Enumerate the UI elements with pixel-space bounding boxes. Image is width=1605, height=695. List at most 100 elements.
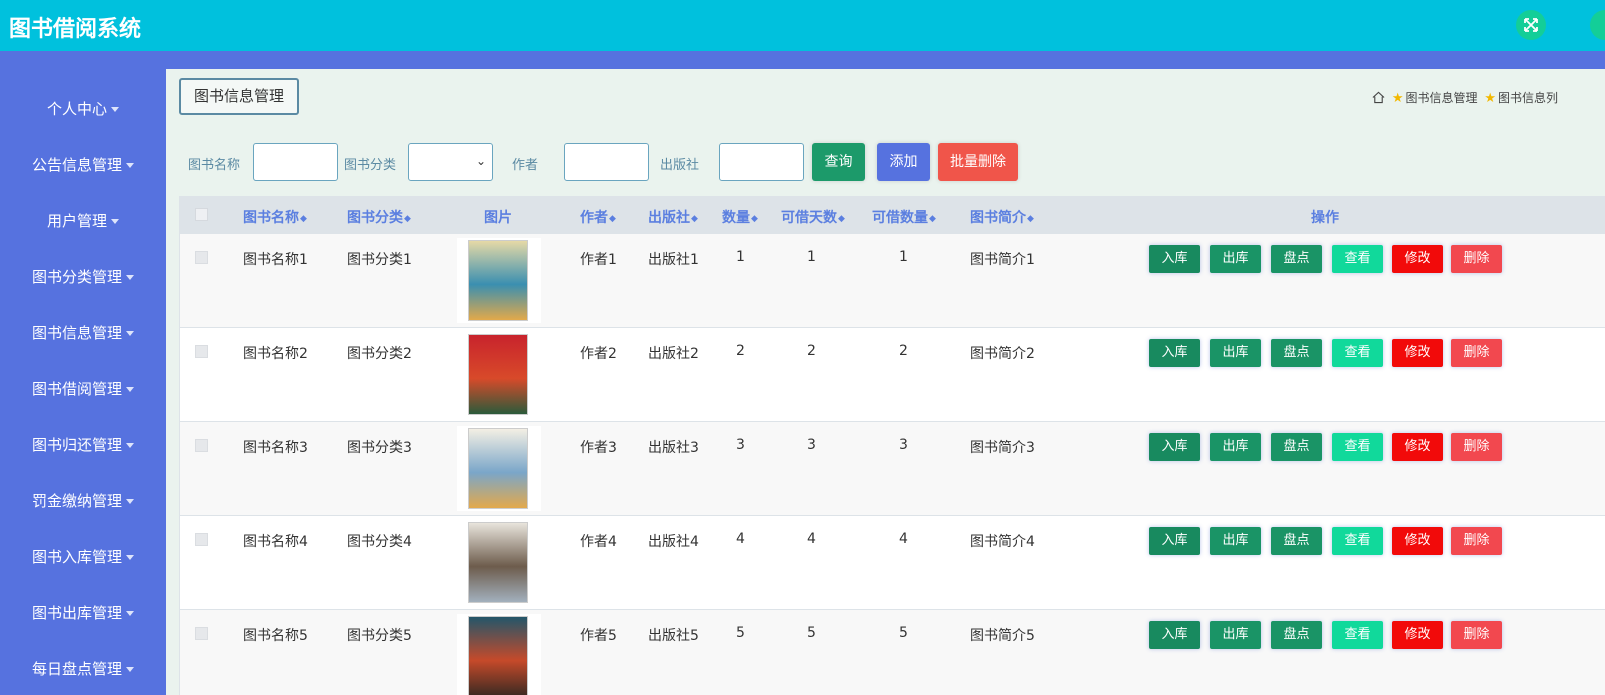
sidebar: 个人中心 公告信息管理 用户管理 图书分类管理 图书信息管理 图书借阅管理 图书…	[0, 51, 166, 695]
header-days[interactable]: 可借天数◆	[781, 207, 845, 227]
cell-name: 图书名称5	[243, 628, 308, 644]
stock-in-button[interactable]: 入库	[1149, 527, 1200, 555]
sidebar-item-personal-center[interactable]: 个人中心	[0, 94, 166, 124]
breadcrumb-item[interactable]: 图书信息管理	[1405, 91, 1477, 105]
edit-button[interactable]: 修改	[1392, 621, 1443, 649]
book-name-input[interactable]	[253, 143, 338, 181]
edit-button[interactable]: 修改	[1392, 339, 1443, 367]
sidebar-item-label: 罚金缴纳管理	[31, 492, 122, 510]
row-checkbox[interactable]	[195, 439, 208, 452]
header-book-name[interactable]: 图书名称◆	[243, 207, 307, 227]
book-cover	[468, 616, 528, 695]
batch-delete-button[interactable]: 批量删除	[938, 143, 1018, 181]
stock-in-button[interactable]: 入库	[1149, 433, 1200, 461]
select-all-checkbox[interactable]	[195, 208, 208, 221]
view-button[interactable]: 查看	[1332, 527, 1383, 555]
page-tab[interactable]: 图书信息管理	[179, 78, 299, 115]
view-button[interactable]: 查看	[1332, 621, 1383, 649]
edit-button[interactable]: 修改	[1392, 433, 1443, 461]
stock-out-button[interactable]: 出库	[1210, 245, 1261, 273]
view-button[interactable]: 查看	[1332, 245, 1383, 273]
row-checkbox[interactable]	[195, 345, 208, 358]
stock-out-button[interactable]: 出库	[1210, 339, 1261, 367]
sidebar-item-book-info[interactable]: 图书信息管理	[0, 318, 166, 348]
header-author[interactable]: 作者◆	[580, 207, 616, 227]
book-cover-image[interactable]	[457, 426, 541, 511]
table-row: 图书名称2 图书分类2 作者2 出版社2 2 2 2 图书简介2 入库 出库 盘点 查看 修改 删除	[180, 328, 1605, 422]
book-cover-image[interactable]	[457, 614, 541, 695]
author-input[interactable]	[564, 143, 649, 181]
cell-author: 作者4	[580, 534, 617, 550]
cell-category: 图书分类1	[347, 252, 412, 268]
table-row: 图书名称1 图书分类1 作者1 出版社1 1 1 1 图书简介1 入库 出库 盘点 查看 修改 删除	[180, 234, 1605, 328]
header-intro[interactable]: 图书简介◆	[970, 207, 1034, 227]
stock-check-button[interactable]: 盘点	[1271, 339, 1322, 367]
book-cover-image[interactable]	[457, 332, 541, 417]
stock-check-button[interactable]: 盘点	[1271, 621, 1322, 649]
home-icon[interactable]	[1372, 91, 1385, 104]
caret-down-icon	[126, 163, 134, 168]
stock-out-button[interactable]: 出库	[1210, 621, 1261, 649]
breadcrumb: ★ 图书信息管理 ★ 图书信息列	[1372, 89, 1558, 106]
header-label: 可借天数	[781, 210, 837, 226]
caret-down-icon	[126, 611, 134, 616]
stock-in-button[interactable]: 入库	[1149, 245, 1200, 273]
table-row: 图书名称3 图书分类3 作者3 出版社3 3 3 3 图书简介3 入库 出库 盘点 查看 修改 删除	[180, 422, 1605, 516]
book-category-select[interactable]: ⌄	[408, 143, 493, 181]
sidebar-item-notice[interactable]: 公告信息管理	[0, 150, 166, 180]
header-strip	[0, 51, 1605, 69]
sort-icon: ◆	[751, 214, 758, 224]
header-publisher[interactable]: 出版社◆	[648, 207, 698, 227]
cell-quantity: 5	[736, 625, 745, 641]
sidebar-item-users[interactable]: 用户管理	[0, 206, 166, 236]
row-checkbox[interactable]	[195, 533, 208, 546]
sidebar-item-borrow[interactable]: 图书借阅管理	[0, 374, 166, 404]
header-quantity[interactable]: 数量◆	[722, 207, 758, 227]
sidebar-item-stock-out[interactable]: 图书出库管理	[0, 598, 166, 628]
edit-button[interactable]: 修改	[1392, 245, 1443, 273]
sidebar-item-label: 图书出库管理	[31, 604, 122, 622]
top-header: 图书借阅系统	[0, 0, 1605, 51]
fullscreen-button[interactable]	[1516, 10, 1546, 40]
stock-in-button[interactable]: 入库	[1149, 339, 1200, 367]
sidebar-item-label: 图书入库管理	[31, 548, 122, 566]
caret-down-icon	[126, 331, 134, 336]
book-cover	[468, 428, 528, 509]
stock-in-button[interactable]: 入库	[1149, 621, 1200, 649]
sidebar-item-daily-check[interactable]: 每日盘点管理	[0, 654, 166, 684]
edit-button[interactable]: 修改	[1392, 527, 1443, 555]
delete-button[interactable]: 删除	[1451, 245, 1502, 273]
cell-publisher: 出版社2	[648, 346, 699, 362]
sidebar-item-book-category[interactable]: 图书分类管理	[0, 262, 166, 292]
cell-quantity: 3	[736, 437, 745, 453]
delete-button[interactable]: 删除	[1451, 527, 1502, 555]
book-cover-image[interactable]	[457, 520, 541, 605]
user-menu-button[interactable]	[1590, 10, 1605, 40]
sidebar-item-return[interactable]: 图书归还管理	[0, 430, 166, 460]
add-button[interactable]: 添加	[877, 143, 930, 181]
header-available[interactable]: 可借数量◆	[872, 207, 936, 227]
delete-button[interactable]: 删除	[1451, 433, 1502, 461]
stock-out-button[interactable]: 出库	[1210, 433, 1261, 461]
header-book-category[interactable]: 图书分类◆	[347, 207, 411, 227]
caret-down-icon	[126, 555, 134, 560]
row-checkbox[interactable]	[195, 251, 208, 264]
sidebar-item-label: 每日盘点管理	[31, 660, 122, 678]
cell-author: 作者1	[580, 252, 617, 268]
query-button[interactable]: 查询	[812, 143, 865, 181]
stock-check-button[interactable]: 盘点	[1271, 527, 1322, 555]
view-button[interactable]: 查看	[1332, 433, 1383, 461]
delete-button[interactable]: 删除	[1451, 621, 1502, 649]
delete-button[interactable]: 删除	[1451, 339, 1502, 367]
row-checkbox[interactable]	[195, 627, 208, 640]
cell-intro: 图书简介1	[970, 252, 1035, 268]
publisher-input[interactable]	[719, 143, 804, 181]
cell-days: 4	[807, 531, 816, 547]
view-button[interactable]: 查看	[1332, 339, 1383, 367]
stock-out-button[interactable]: 出库	[1210, 527, 1261, 555]
stock-check-button[interactable]: 盘点	[1271, 245, 1322, 273]
sidebar-item-fines[interactable]: 罚金缴纳管理	[0, 486, 166, 516]
stock-check-button[interactable]: 盘点	[1271, 433, 1322, 461]
book-cover-image[interactable]	[457, 238, 541, 323]
sidebar-item-stock-in[interactable]: 图书入库管理	[0, 542, 166, 572]
